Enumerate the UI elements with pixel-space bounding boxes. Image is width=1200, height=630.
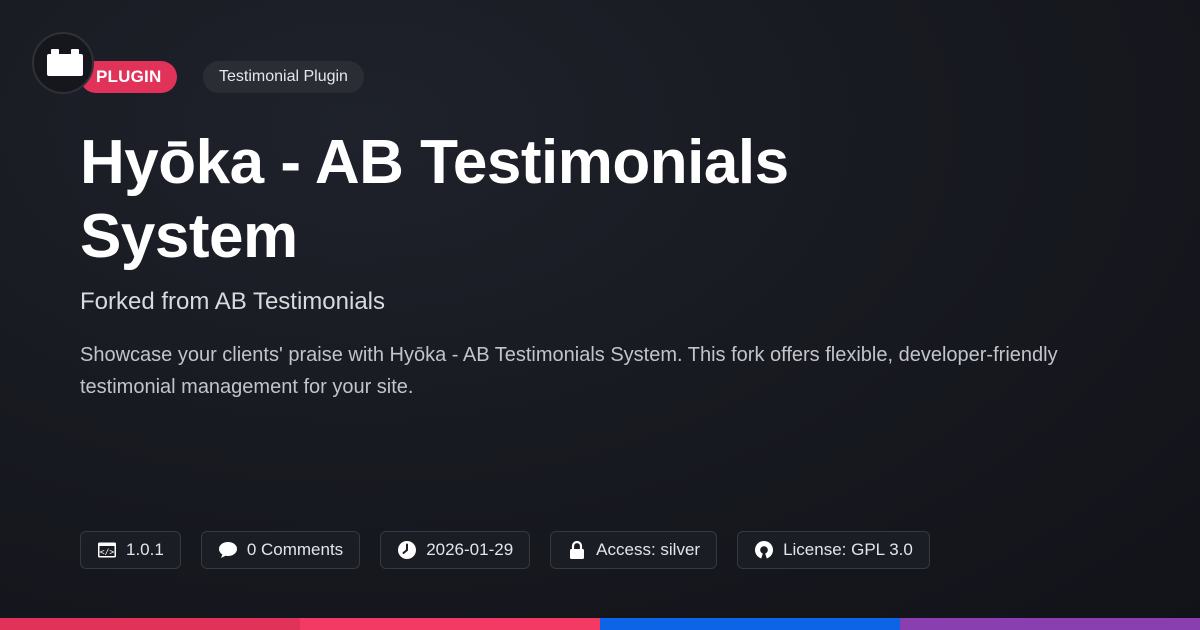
accent-bar <box>0 618 1200 630</box>
accent-bar-segment <box>900 618 1200 630</box>
page-title: Hyōka - AB Testimonials System <box>80 128 789 271</box>
chat-bubble-icon <box>218 540 238 560</box>
comments-label: 0 Comments <box>246 540 344 559</box>
category-badge[interactable]: Testimonial Plugin <box>203 61 364 93</box>
page-description: Showcase your clients' praise with Hyōka… <box>80 344 1058 398</box>
access-label: Access: silver <box>596 540 701 559</box>
code-window-icon: </> <box>97 540 117 560</box>
lock-icon <box>567 540 587 560</box>
accent-bar-segment <box>300 618 600 630</box>
open-source-icon <box>754 540 774 560</box>
meta-row: </> 1.0.1 0 Comments 2026-01-29 Access: … <box>80 531 930 569</box>
license-label: License: GPL 3.0 <box>783 540 913 559</box>
brick-icon <box>47 49 83 76</box>
date-label: 2026-01-29 <box>426 540 514 559</box>
date-chip: 2026-01-29 <box>380 531 531 569</box>
license-chip: License: GPL 3.0 <box>737 531 930 569</box>
access-chip: Access: silver <box>550 531 718 569</box>
comments-chip[interactable]: 0 Comments <box>200 531 361 569</box>
accent-bar-segment <box>0 618 300 630</box>
page-subtitle: Forked from AB Testimonials <box>80 288 386 315</box>
version-label: 1.0.1 <box>126 540 164 559</box>
logo <box>32 32 94 94</box>
clock-icon <box>397 540 417 560</box>
version-chip: </> 1.0.1 <box>80 531 181 569</box>
svg-text:</>: </> <box>100 548 115 557</box>
accent-bar-segment <box>600 618 900 630</box>
type-badge: PLUGIN <box>80 61 178 93</box>
